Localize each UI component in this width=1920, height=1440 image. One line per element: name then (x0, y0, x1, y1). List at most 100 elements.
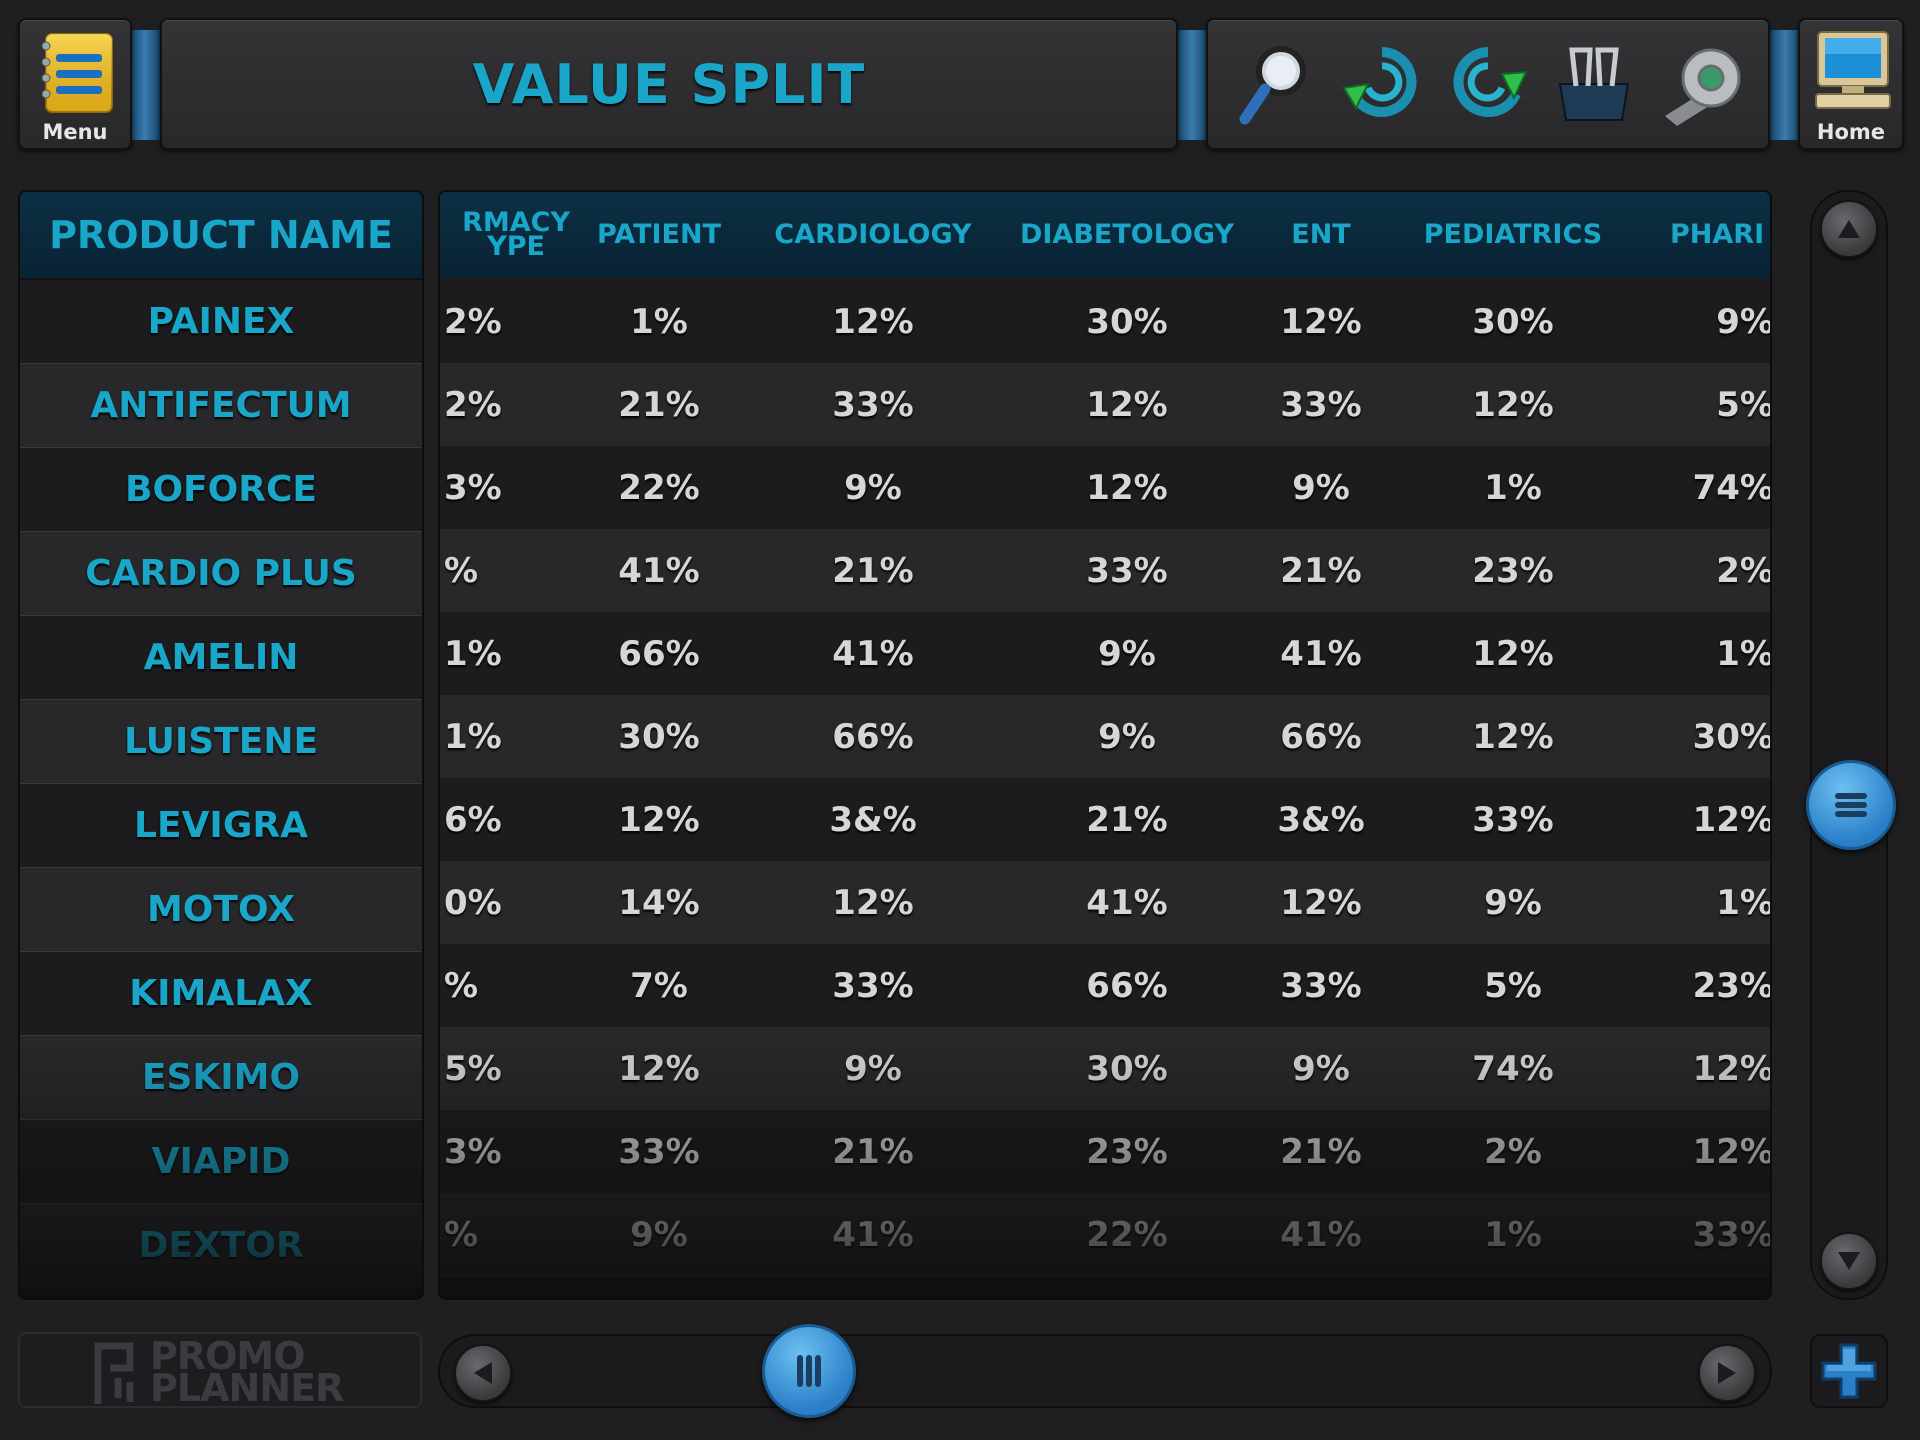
scroll-right-button[interactable] (1698, 1344, 1756, 1402)
value-cell[interactable]: 41% (998, 861, 1258, 945)
value-cell[interactable]: 41% (1256, 1193, 1388, 1277)
value-cell[interactable]: 12% (1386, 695, 1642, 779)
scroll-up-button[interactable] (1820, 200, 1878, 258)
vertical-scrollbar[interactable] (1806, 190, 1896, 1300)
column-header[interactable]: PEDIATRICS (1386, 192, 1642, 278)
value-cell[interactable]: 0% (440, 861, 576, 945)
value-cell[interactable]: 66% (748, 695, 1000, 779)
value-cell[interactable]: 23% (1386, 529, 1642, 613)
value-cell[interactable]: % (440, 1193, 576, 1277)
value-cell[interactable]: 1% (1386, 446, 1642, 530)
value-cell[interactable]: 12% (570, 778, 750, 862)
value-cell[interactable]: 33% (1256, 944, 1388, 1028)
value-cell[interactable]: 30% (998, 280, 1258, 364)
value-cell[interactable]: 23% (998, 1110, 1258, 1194)
value-cell[interactable]: 5% (1640, 363, 1770, 447)
value-cell[interactable]: 74% (1640, 446, 1770, 530)
value-cell[interactable]: 9% (1386, 861, 1642, 945)
column-header[interactable]: CARDIOLOGY (748, 192, 1000, 278)
value-cell[interactable]: 12% (998, 446, 1258, 530)
product-name-cell[interactable]: LEVIGRA (20, 784, 422, 868)
binder-clip-button[interactable] (1546, 36, 1642, 132)
value-cell[interactable]: 12% (1640, 1110, 1770, 1194)
value-cell[interactable]: 3&% (1256, 778, 1388, 862)
value-cell[interactable]: 9% (998, 612, 1258, 696)
product-name-cell[interactable]: DEXTOR (20, 1204, 422, 1288)
column-header[interactable]: ENT (1256, 192, 1388, 278)
undo-button[interactable] (1334, 36, 1430, 132)
value-cell[interactable]: 9% (1256, 1027, 1388, 1111)
value-cell[interactable]: 12% (570, 1027, 750, 1111)
column-header[interactable]: PATIENT (570, 192, 750, 278)
value-cell[interactable]: % (440, 529, 576, 613)
value-cell[interactable]: 12% (1386, 363, 1642, 447)
value-cell[interactable]: 5% (440, 1027, 576, 1111)
value-cell[interactable]: 41% (748, 1193, 1000, 1277)
product-name-cell[interactable]: PAINEX (20, 280, 422, 364)
horizontal-scrollbar[interactable] (438, 1324, 1772, 1418)
value-cell[interactable]: % (440, 944, 576, 1028)
value-cell[interactable]: 33% (748, 944, 1000, 1028)
value-cell[interactable]: 12% (1640, 778, 1770, 862)
value-cell[interactable]: 9% (748, 1027, 1000, 1111)
value-cell[interactable]: 9% (1640, 280, 1770, 364)
value-cell[interactable]: 12% (998, 363, 1258, 447)
scroll-down-button[interactable] (1820, 1232, 1878, 1290)
value-cell[interactable]: 21% (998, 778, 1258, 862)
value-cell[interactable]: 21% (748, 1110, 1000, 1194)
value-cell[interactable]: 1% (440, 695, 576, 779)
scroll-left-button[interactable] (454, 1344, 512, 1402)
value-cell[interactable]: 3% (440, 446, 576, 530)
product-name-cell[interactable]: VIAPID (20, 1120, 422, 1204)
tape-button[interactable] (1653, 36, 1749, 132)
column-header[interactable]: DIABETOLOGY (998, 192, 1258, 278)
value-cell[interactable]: 30% (1640, 695, 1770, 779)
vertical-scroll-thumb[interactable] (1806, 760, 1896, 850)
value-cell[interactable]: 2% (440, 280, 576, 364)
menu-button[interactable]: Menu (18, 18, 132, 150)
product-name-cell[interactable]: CARDIO PLUS (20, 532, 422, 616)
home-button[interactable]: Home (1798, 18, 1904, 150)
column-header[interactable]: RMACY YPE (440, 192, 582, 278)
search-button[interactable] (1227, 36, 1323, 132)
value-cell[interactable]: 33% (998, 529, 1258, 613)
value-cell[interactable]: 33% (748, 363, 1000, 447)
product-name-cell[interactable]: KIMALAX (20, 952, 422, 1036)
value-cell[interactable]: 3&% (748, 778, 1000, 862)
value-cell[interactable]: 12% (1256, 861, 1388, 945)
value-cell[interactable]: 33% (1256, 363, 1388, 447)
value-cell[interactable]: 9% (1256, 446, 1388, 530)
value-cell[interactable]: 41% (1256, 612, 1388, 696)
value-cell[interactable]: 9% (748, 446, 1000, 530)
value-cell[interactable]: 2% (1640, 529, 1770, 613)
value-cell[interactable]: 5% (1386, 944, 1642, 1028)
value-cell[interactable]: 30% (1386, 280, 1642, 364)
value-cell[interactable]: 33% (570, 1110, 750, 1194)
value-cell[interactable]: 1% (440, 612, 576, 696)
value-cell[interactable]: 22% (570, 446, 750, 530)
value-cell[interactable]: 12% (748, 280, 1000, 364)
value-cell[interactable]: 66% (570, 612, 750, 696)
value-cell[interactable]: 2% (440, 363, 576, 447)
value-cell[interactable]: 33% (1386, 778, 1642, 862)
product-name-cell[interactable]: MOTOX (20, 868, 422, 952)
value-cell[interactable]: 9% (998, 695, 1258, 779)
value-cell[interactable]: 21% (570, 363, 750, 447)
product-name-cell[interactable]: BOFORCE (20, 448, 422, 532)
value-cell[interactable]: 7% (570, 944, 750, 1028)
value-cell[interactable]: 74% (1386, 1027, 1642, 1111)
value-cell[interactable]: 9% (570, 1193, 750, 1277)
value-cell[interactable]: 21% (748, 529, 1000, 613)
value-cell[interactable]: 21% (1256, 529, 1388, 613)
product-name-cell[interactable]: ANTIFECTUM (20, 364, 422, 448)
value-cell[interactable]: 21% (1256, 1110, 1388, 1194)
value-cell[interactable]: 2% (1386, 1110, 1642, 1194)
value-cell[interactable]: 12% (1640, 1027, 1770, 1111)
value-cell[interactable]: 30% (570, 695, 750, 779)
value-cell[interactable]: 1% (570, 280, 750, 364)
value-cell[interactable]: 23% (1640, 944, 1770, 1028)
value-cell[interactable]: 3% (440, 1110, 576, 1194)
value-cell[interactable]: 1% (1640, 612, 1770, 696)
value-cell[interactable]: 12% (1256, 280, 1388, 364)
value-cell[interactable]: 1% (1386, 1193, 1642, 1277)
